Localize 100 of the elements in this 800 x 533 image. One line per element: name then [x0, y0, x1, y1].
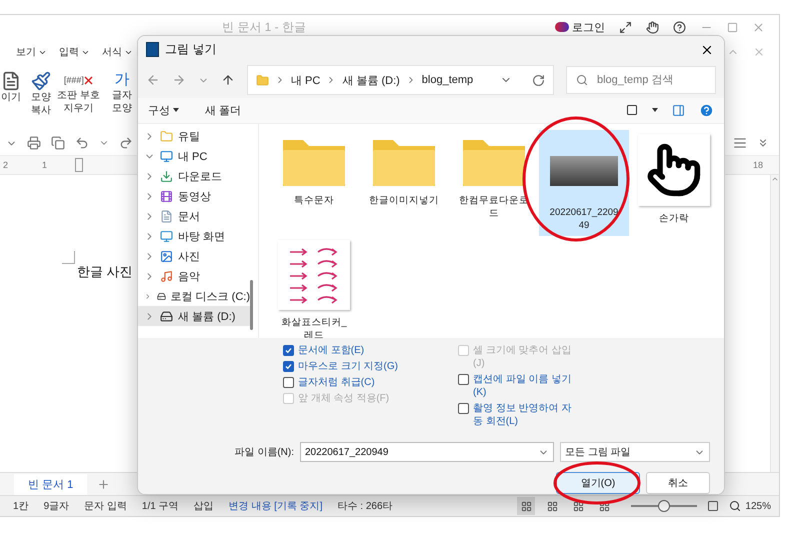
x-mark-icon — [84, 76, 93, 84]
file-item[interactable]: 손가락 — [629, 130, 719, 236]
menu-item[interactable]: 입력 — [59, 45, 90, 59]
nav-item[interactable]: 다운로드 — [138, 166, 250, 186]
menu-item[interactable]: 서식 — [102, 45, 133, 59]
document-icon — [1, 71, 21, 91]
scrollbar-thumb[interactable] — [250, 280, 253, 330]
login-button[interactable]: 로그인 — [555, 20, 605, 34]
nav-item[interactable]: 새 볼륨 (D:) — [138, 306, 250, 326]
filetype-dropdown[interactable]: 모든 그림 파일 — [560, 442, 710, 462]
nav-item[interactable]: 음악 — [138, 266, 250, 286]
folder-icon — [256, 74, 269, 87]
printer-icon[interactable] — [27, 136, 41, 150]
option-checkbox[interactable]: 문서에 포함(E) — [283, 344, 398, 357]
checkbox-square[interactable] — [458, 403, 469, 414]
breadcrumb[interactable]: 내 PC — [291, 72, 320, 88]
zoom-reading: 125% — [745, 500, 771, 512]
status-text: 1/1 구역 — [142, 500, 179, 513]
expand-icon[interactable] — [619, 20, 632, 34]
page-view-icon — [598, 500, 610, 512]
nav-item[interactable]: 동영상 — [138, 186, 250, 206]
search-icon — [576, 74, 588, 86]
nav-item[interactable]: 문서 — [138, 206, 250, 226]
view-button[interactable] — [517, 497, 536, 515]
fit-icon[interactable] — [707, 500, 720, 512]
checkbox-square[interactable] — [283, 361, 294, 372]
back-icon[interactable] — [146, 73, 160, 88]
breadcrumb[interactable]: 새 볼륨 (D:) — [342, 72, 400, 88]
breadcrumb[interactable]: blog_temp — [422, 74, 474, 86]
document-icon — [160, 210, 173, 222]
ribbon-button[interactable]: 모양 복사 — [30, 65, 52, 117]
caret-icon — [173, 108, 179, 112]
view-icon[interactable] — [626, 104, 638, 116]
search-field[interactable]: blog_temp 검색 — [566, 66, 716, 94]
nav-item[interactable]: 내 PC — [138, 146, 250, 166]
char-icon: 가 — [114, 71, 130, 89]
file-item[interactable]: 특수문자 — [269, 130, 359, 236]
slider-thumb[interactable] — [658, 500, 670, 512]
nav-item[interactable]: 사진 — [138, 246, 250, 266]
undo-icon[interactable] — [75, 136, 89, 150]
menu-item[interactable]: 보기 — [16, 45, 47, 59]
document-tab[interactable]: 빈 문서 1 — [14, 474, 88, 494]
forward-icon[interactable] — [172, 73, 186, 88]
align-justify-icon[interactable] — [733, 136, 747, 150]
status-text: 1칸 — [13, 500, 29, 513]
command-button[interactable]: 구성 — [148, 102, 179, 118]
file-item[interactable]: 화살표스티커_레드 — [269, 236, 359, 342]
download-icon — [160, 170, 173, 182]
address-bar[interactable]: 내 PC 새 볼륨 (D:) blog_temp — [247, 65, 554, 96]
chevrons-icon[interactable] — [757, 137, 769, 149]
maximize-icon[interactable] — [727, 22, 738, 32]
ribbon-button[interactable]: [###] 조판 부호 지우기 — [56, 65, 101, 115]
open-button[interactable]: 열기(O) — [556, 472, 640, 494]
option-checkbox[interactable]: 글자처럼 취급(C) — [283, 376, 398, 389]
scrollbar[interactable] — [770, 175, 779, 472]
ruler-number: 2 — [3, 160, 8, 170]
ribbon-button[interactable]: 가 글자 모양 — [110, 65, 133, 115]
brush-icon — [31, 71, 51, 91]
nav-item[interactable]: 바탕 화면 — [138, 226, 250, 246]
page-view-icon — [520, 500, 532, 512]
status-text: 문자 입력 — [84, 500, 127, 513]
filename-field[interactable]: 20220617_220949 — [300, 442, 554, 462]
option-checkbox[interactable]: 촬영 정보 반영하여 자동 회전(L) — [458, 402, 573, 428]
ribbon-button[interactable]: 이기 — [0, 65, 22, 104]
nav-item[interactable]: 유틸 — [138, 126, 250, 146]
ruler-number: 1 — [42, 160, 48, 170]
folder-icon — [160, 130, 173, 142]
pointing-hand-image — [638, 134, 710, 206]
preview-pane-icon[interactable] — [672, 104, 685, 117]
refresh-icon[interactable] — [532, 74, 545, 87]
print-preview-icon[interactable] — [51, 136, 65, 150]
zoom-icon[interactable] — [729, 500, 742, 512]
status-link[interactable]: 변경 내용 [기록 중지] — [228, 499, 322, 513]
scroll-up-icon[interactable] — [771, 175, 779, 183]
margin-corner — [62, 251, 75, 264]
cancel-button[interactable]: 취소 — [646, 472, 710, 494]
redo-icon[interactable] — [119, 136, 133, 150]
caret-icon[interactable] — [652, 108, 658, 112]
indent-marker[interactable] — [75, 158, 84, 172]
status-text: 타수 : 266타 — [338, 500, 393, 513]
hand-icon[interactable] — [646, 20, 659, 34]
marks-text: [###] — [64, 74, 84, 87]
add-tab-icon[interactable] — [97, 478, 110, 490]
help-icon[interactable] — [673, 20, 686, 34]
command-button[interactable]: 새 폴더 — [205, 102, 242, 118]
file-item[interactable]: 20220617_220949 — [539, 130, 629, 236]
dialog-title: 그림 넣기 — [165, 41, 218, 58]
nav-item[interactable]: 로컬 디스크 (C:) — [138, 286, 250, 306]
checkbox-square[interactable] — [283, 377, 294, 388]
option-checkbox[interactable]: 마우스로 크기 지정(G) — [283, 360, 398, 373]
checkbox-square[interactable] — [283, 345, 294, 356]
window-title: 빈 문서 1 - 한글 — [222, 18, 308, 36]
checkbox-square[interactable] — [458, 374, 469, 385]
option-checkbox[interactable]: 캡션에 파일 이름 넣기(K) — [458, 373, 573, 399]
status-text: 9글자 — [44, 500, 70, 513]
monitor-icon — [160, 150, 173, 162]
music-icon — [160, 270, 173, 282]
file-item[interactable]: 한글이미지넣기 — [359, 130, 449, 236]
app-icon — [146, 42, 159, 58]
up-icon[interactable] — [221, 73, 235, 88]
